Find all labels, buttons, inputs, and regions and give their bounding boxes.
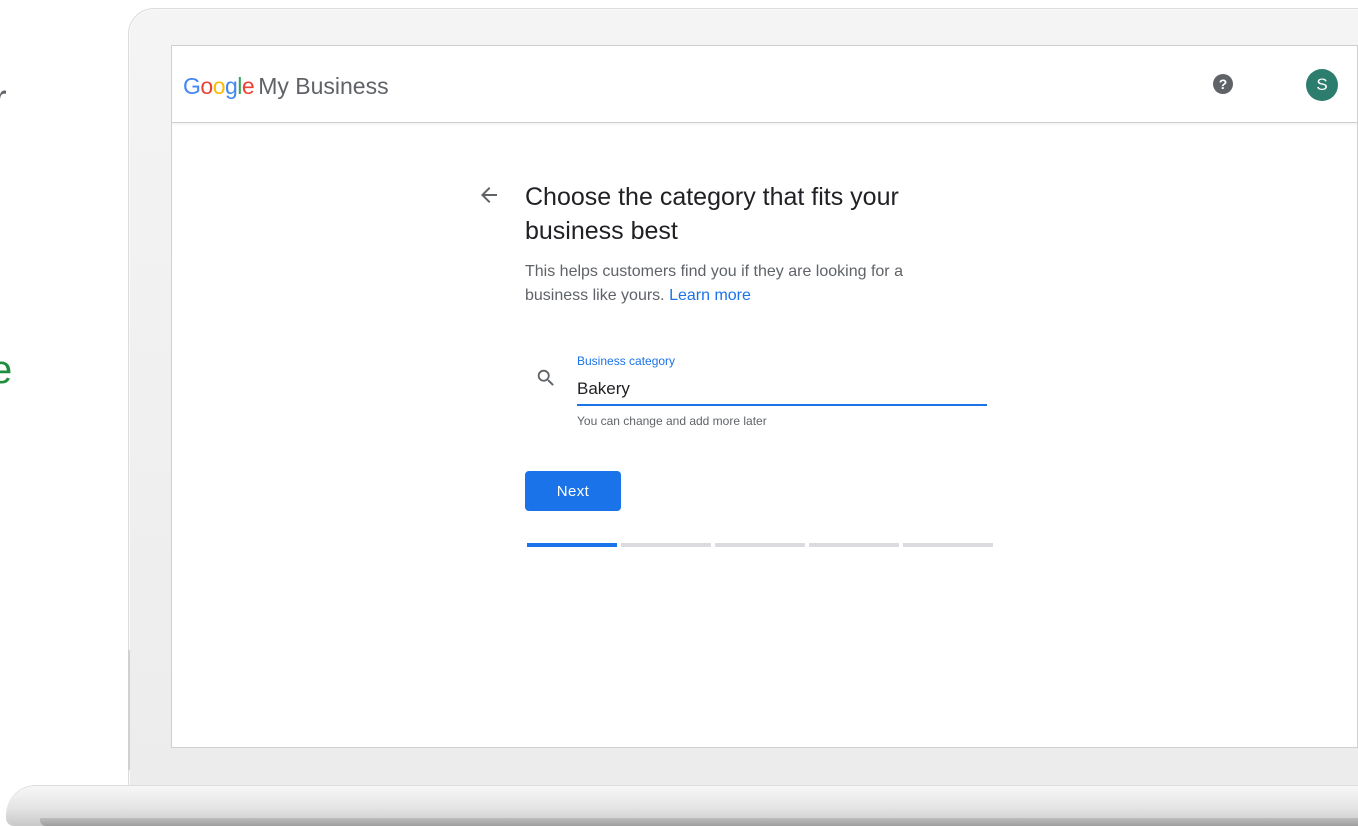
logo-letter: e [241,73,255,99]
cropped-background-text: r [0,78,7,120]
business-category-input[interactable]: Bakery [577,379,630,399]
progress-step [809,543,899,547]
business-category-label: Business category [577,354,676,368]
laptop-screen: Google My Business ? S Choose the categor… [171,45,1358,748]
laptop-bezel-hinge [128,650,130,770]
arrow-back-icon[interactable] [477,183,501,207]
help-icon[interactable]: ? [1213,74,1233,94]
search-icon [537,369,554,386]
progress-step [715,543,805,547]
cropped-background-text-green: e [0,348,13,392]
account-avatar[interactable]: S [1306,69,1338,101]
page-description: This helps customers find you if they ar… [525,260,965,308]
logo-letter: o [212,73,226,99]
page-title: Choose the category that fits your busin… [525,183,899,245]
logo-letter: g [224,73,238,99]
app-bar: Google My Business ? S [172,46,1357,122]
laptop-base-edge [40,818,1358,826]
progress-indicator [527,543,993,547]
business-category-field[interactable]: Business category Bakery [577,352,987,406]
stage: r e Google My Business ? S Choose the cat… [0,0,1358,826]
product-name: My Business [258,73,389,99]
business-category-hint: You can change and add more later [577,414,767,428]
learn-more-link[interactable]: Learn more [669,287,751,304]
google-my-business-logo[interactable]: Google My Business [183,72,389,100]
progress-step [621,543,711,547]
progress-step [903,543,993,547]
google-wordmark: Google [183,73,255,99]
next-button[interactable]: Next [525,471,621,511]
progress-step [527,543,617,547]
logo-letter: G [183,73,201,99]
logo-letter: o [200,73,213,99]
